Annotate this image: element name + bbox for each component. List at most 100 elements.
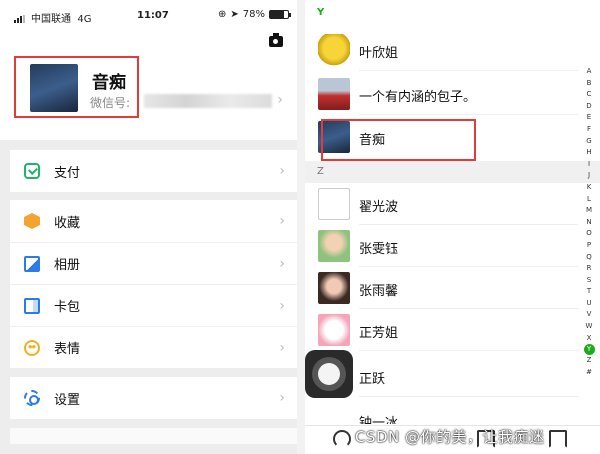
contact-name: 正芳姐 (359, 326, 399, 341)
index-letter[interactable]: J (588, 170, 590, 182)
menu-item-label: 相册 (54, 258, 81, 273)
profile-name: 音痴 (92, 73, 126, 93)
index-letter[interactable]: L (587, 194, 591, 206)
contact-row[interactable]: 张雨馨 (305, 268, 600, 309)
section-header-z: Z (305, 161, 600, 183)
menu-item-label: 支付 (54, 165, 81, 181)
menu-item-favorites[interactable]: 收藏 › (10, 200, 297, 242)
avatar (318, 314, 350, 346)
index-letter[interactable]: U (586, 298, 591, 310)
chats-tab-icon[interactable] (333, 430, 351, 448)
me-screen: 中国联通 4G 11:07 ⊕ ➤ 78% 音痴 微信号: › 支付 › 收藏 … (0, 0, 297, 454)
chevron-right-icon: › (279, 213, 285, 229)
index-letter[interactable]: N (586, 217, 591, 229)
chevron-right-icon: › (277, 92, 283, 108)
camera-icon[interactable] (269, 33, 283, 47)
index-letter[interactable]: M (586, 205, 592, 217)
contact-row[interactable]: 正芳姐 (305, 310, 600, 351)
signal-icon (14, 12, 26, 23)
menu-item-cards[interactable]: 卡包 › (10, 284, 297, 326)
index-letter[interactable]: R (587, 263, 592, 275)
index-letter[interactable]: H (586, 147, 591, 159)
contact-name: 一个有内涵的包子。 (359, 90, 477, 105)
avatar (318, 34, 350, 66)
index-letter[interactable]: T (587, 286, 591, 298)
index-letter[interactable]: Y (583, 344, 595, 356)
chevron-right-icon: › (279, 256, 285, 272)
index-letter[interactable]: S (587, 275, 591, 287)
menu-item-label: 收藏 (54, 215, 81, 231)
index-letter[interactable]: Q (586, 252, 592, 264)
wechat-id-blurred (144, 94, 272, 108)
index-letter[interactable]: D (586, 101, 591, 113)
chevron-right-icon: › (279, 340, 285, 356)
bottom-strip (10, 428, 297, 444)
section-header-y: Y (305, 2, 600, 24)
pay-icon (24, 163, 40, 179)
status-right: ⊕ ➤ 78% (217, 9, 291, 20)
status-bar: 中国联通 4G 11:07 ⊕ ➤ 78% (0, 0, 297, 30)
profile-card[interactable]: 音痴 微信号: › (0, 30, 297, 140)
menu-item-label: 表情 (54, 342, 81, 357)
index-letter[interactable]: B (587, 78, 592, 90)
me-tab-icon[interactable] (549, 430, 567, 448)
menu-item-pay[interactable]: 支付 › (10, 150, 297, 192)
battery-percent: 78% (242, 9, 265, 20)
menu-group-pay: 支付 › (10, 150, 297, 192)
favorites-icon (24, 213, 40, 229)
contact-row[interactable]: 翟光波 (305, 184, 600, 225)
index-letter[interactable]: W (586, 321, 593, 333)
index-letter[interactable]: P (587, 240, 591, 252)
album-icon (24, 255, 40, 272)
alphabet-index[interactable]: A B C D E F G H I J K L M N O P Q R S T U V W X Y Z # (582, 66, 596, 378)
menu-group-main: 收藏 › 相册 › 卡包 › 表情 › (10, 200, 297, 368)
index-letter[interactable]: A (587, 66, 592, 78)
index-letter[interactable]: Z (587, 355, 592, 367)
index-letter[interactable]: O (586, 228, 592, 240)
contact-name: 张雨馨 (359, 284, 399, 299)
settings-icon (24, 390, 40, 406)
index-letter[interactable]: # (586, 367, 592, 379)
menu-item-label: 设置 (54, 392, 81, 408)
contact-row[interactable]: 一个有内涵的包子。 (305, 74, 600, 115)
index-letter[interactable]: X (587, 333, 592, 345)
chevron-right-icon: › (279, 390, 285, 406)
assistive-touch-button[interactable] (305, 350, 353, 398)
watermark: CSDN @你的美，让我痴迷 (355, 428, 545, 446)
menu-item-album[interactable]: 相册 › (10, 242, 297, 284)
index-letter[interactable]: I (588, 159, 590, 171)
contact-name: 翟光波 (359, 200, 399, 215)
contact-name: 正跃 (359, 372, 386, 387)
avatar (318, 78, 350, 110)
menu-item-label: 卡包 (54, 300, 81, 315)
chevron-right-icon: › (279, 163, 285, 179)
menu-item-emoji[interactable]: 表情 › (10, 326, 297, 368)
avatar (318, 272, 350, 304)
index-letter[interactable]: C (587, 89, 592, 101)
clock: 11:07 (137, 10, 169, 21)
battery-icon (269, 10, 291, 19)
menu-item-settings[interactable]: 设置 › (10, 377, 297, 419)
contact-name: 张雯钰 (359, 242, 399, 257)
lock-rotation-icon: ⊕ (217, 9, 227, 20)
wechat-id-label: 微信号: (90, 96, 131, 110)
avatar (318, 188, 350, 220)
index-letter[interactable]: F (587, 124, 591, 136)
index-letter[interactable]: G (586, 136, 591, 148)
contact-row[interactable]: 张雯钰 (305, 226, 600, 267)
contact-row[interactable]: 叶欣姐 (305, 30, 600, 71)
contact-name: 叶欣姐 (359, 46, 399, 61)
highlight-box (321, 119, 476, 161)
emoji-icon (24, 339, 40, 356)
chevron-right-icon: › (279, 298, 285, 314)
contact-name: 钟一冰 (359, 416, 399, 424)
avatar (318, 230, 350, 262)
index-letter[interactable]: V (587, 309, 592, 321)
contact-row[interactable]: 钟一冰 (305, 398, 600, 424)
location-icon: ➤ (230, 9, 239, 20)
index-letter[interactable]: K (587, 182, 592, 194)
menu-group-settings: 设置 › (10, 377, 297, 419)
carrier-label: 中国联通 4G (31, 14, 92, 25)
index-letter[interactable]: E (587, 112, 591, 124)
avatar[interactable] (30, 64, 78, 112)
